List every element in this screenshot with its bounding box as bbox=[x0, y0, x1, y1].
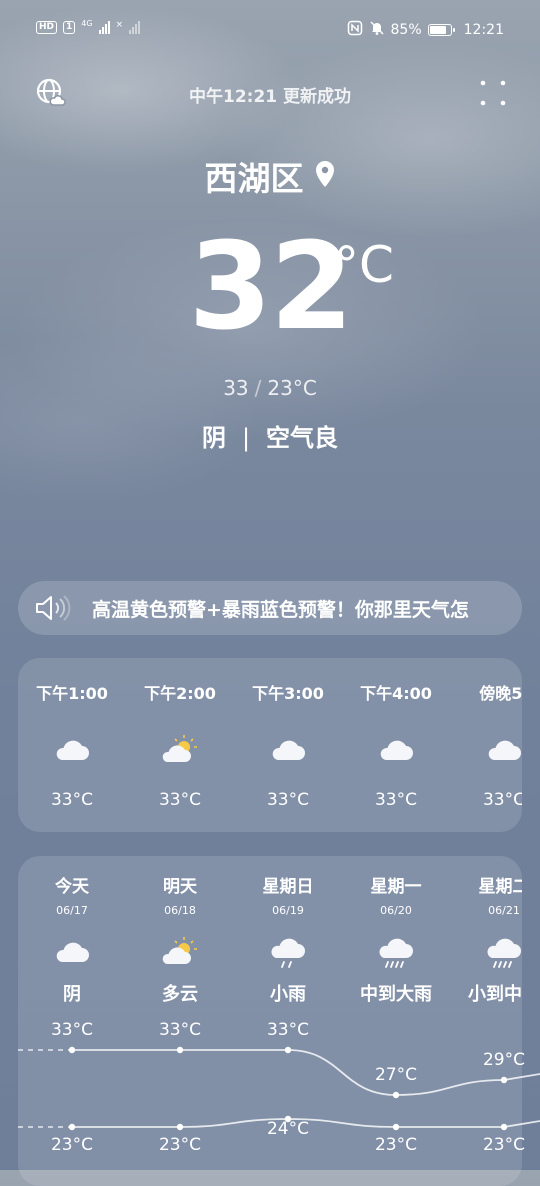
cloud-icon bbox=[484, 734, 522, 766]
daily-low-label: 23°C bbox=[482, 1135, 525, 1155]
signal-bars-secondary-icon bbox=[129, 20, 141, 34]
air-quality[interactable]: 空气良 bbox=[266, 424, 338, 452]
daily-day: 明天 bbox=[163, 877, 197, 897]
daily-high-label: 29°C bbox=[482, 1050, 525, 1070]
daily-date: 06/17 bbox=[56, 904, 88, 917]
signal-bars-icon bbox=[98, 20, 110, 34]
no-sim-mark: × bbox=[115, 20, 124, 30]
update-status: 中午12:21 更新成功 bbox=[188, 87, 352, 107]
daily-low-label: 23°C bbox=[158, 1135, 201, 1155]
condition-line: 阴 | 空气良 bbox=[0, 418, 540, 453]
daily-condition: 小雨 bbox=[270, 984, 306, 1005]
cloud-icon bbox=[376, 734, 416, 766]
cloud-icon bbox=[52, 734, 92, 766]
daily-condition: 阴 bbox=[63, 984, 81, 1005]
daily-low-label: 23°C bbox=[50, 1135, 93, 1155]
sun-cloud-icon bbox=[160, 936, 200, 972]
hourly-time: 下午2:00 bbox=[144, 684, 216, 703]
daily-date: 06/20 bbox=[380, 904, 412, 917]
heavy-rain-icon bbox=[484, 936, 522, 972]
network-type: 4G bbox=[81, 19, 93, 28]
current-temp-unit: °C bbox=[334, 236, 394, 294]
daily-date: 06/21 bbox=[488, 904, 520, 917]
speaker-icon bbox=[34, 593, 74, 623]
daily-day: 星期日 bbox=[262, 877, 314, 897]
hourly-temp: 33°C bbox=[50, 790, 93, 810]
battery-icon bbox=[427, 24, 455, 36]
battery-percent: 85% bbox=[390, 22, 422, 38]
cloud-icon bbox=[52, 936, 92, 972]
hourly-temp: 33°C bbox=[482, 790, 522, 810]
hd-badge: HD bbox=[36, 20, 58, 34]
sim-badge: 1 bbox=[63, 20, 76, 34]
sun-cloud-icon bbox=[160, 734, 200, 766]
bell-off-icon bbox=[369, 20, 385, 40]
four-dots-menu-icon[interactable] bbox=[478, 78, 508, 108]
alert-text: 高温黄色预警+暴雨蓝色预警！你那里天气怎 bbox=[92, 598, 469, 621]
hourly-temp: 33°C bbox=[374, 790, 417, 810]
hourly-temp: 33°C bbox=[158, 790, 201, 810]
daily-day: 今天 bbox=[55, 877, 89, 897]
daily-date: 06/18 bbox=[164, 904, 196, 917]
location-header[interactable]: 西湖区 bbox=[0, 152, 540, 200]
today-low: 23°C bbox=[267, 376, 317, 400]
current-temperature: 32 °C bbox=[0, 228, 540, 348]
hourly-time: 下午1:00 bbox=[36, 684, 108, 703]
location-name: 西湖区 bbox=[204, 159, 304, 198]
hourly-time: 下午4:00 bbox=[360, 684, 432, 703]
weather-alert-banner[interactable]: 高温黄色预警+暴雨蓝色预警！你那里天气怎 bbox=[18, 581, 522, 635]
daily-high-label: 33°C bbox=[158, 1020, 201, 1040]
heavy-rain-icon bbox=[376, 936, 416, 972]
status-bar: HD 1 4G × 85% 12:21 bbox=[0, 18, 540, 42]
current-condition: 阴 bbox=[201, 424, 226, 452]
cloud-icon bbox=[268, 734, 308, 766]
nfc-icon bbox=[347, 20, 363, 40]
location-pin-icon bbox=[314, 157, 336, 196]
condition-divider: | bbox=[241, 424, 251, 452]
daily-low-label: 23°C bbox=[374, 1135, 417, 1155]
daily-condition: 小到中雨 bbox=[468, 984, 522, 1005]
daily-condition: 中到大雨 bbox=[360, 984, 432, 1005]
daily-low-label: 24°C bbox=[266, 1119, 309, 1139]
daily-high-label: 27°C bbox=[374, 1065, 417, 1085]
daily-day: 星期二 bbox=[478, 877, 523, 897]
daily-date: 06/19 bbox=[272, 904, 304, 917]
hourly-temp: 33°C bbox=[266, 790, 309, 810]
high-low-temp: 33/23°C bbox=[0, 376, 540, 400]
current-temp-value: 32 bbox=[188, 218, 354, 357]
hourly-time: 傍晚5: bbox=[479, 684, 522, 703]
today-high: 33 bbox=[223, 376, 249, 400]
daily-high-label: 33°C bbox=[266, 1020, 309, 1040]
daily-condition: 多云 bbox=[162, 984, 198, 1005]
daily-day: 星期一 bbox=[370, 877, 422, 897]
daily-high-label: 33°C bbox=[50, 1020, 93, 1040]
status-time: 12:21 bbox=[463, 22, 504, 38]
light-rain-icon bbox=[268, 936, 308, 972]
hourly-time: 下午3:00 bbox=[252, 684, 324, 703]
hourly-forecast-card[interactable]: 下午1:00 33°C 下午2:00 33°C 下午3:00 33°C 下午4:00 33°C… bbox=[18, 658, 522, 832]
hilo-separator: / bbox=[254, 376, 262, 400]
